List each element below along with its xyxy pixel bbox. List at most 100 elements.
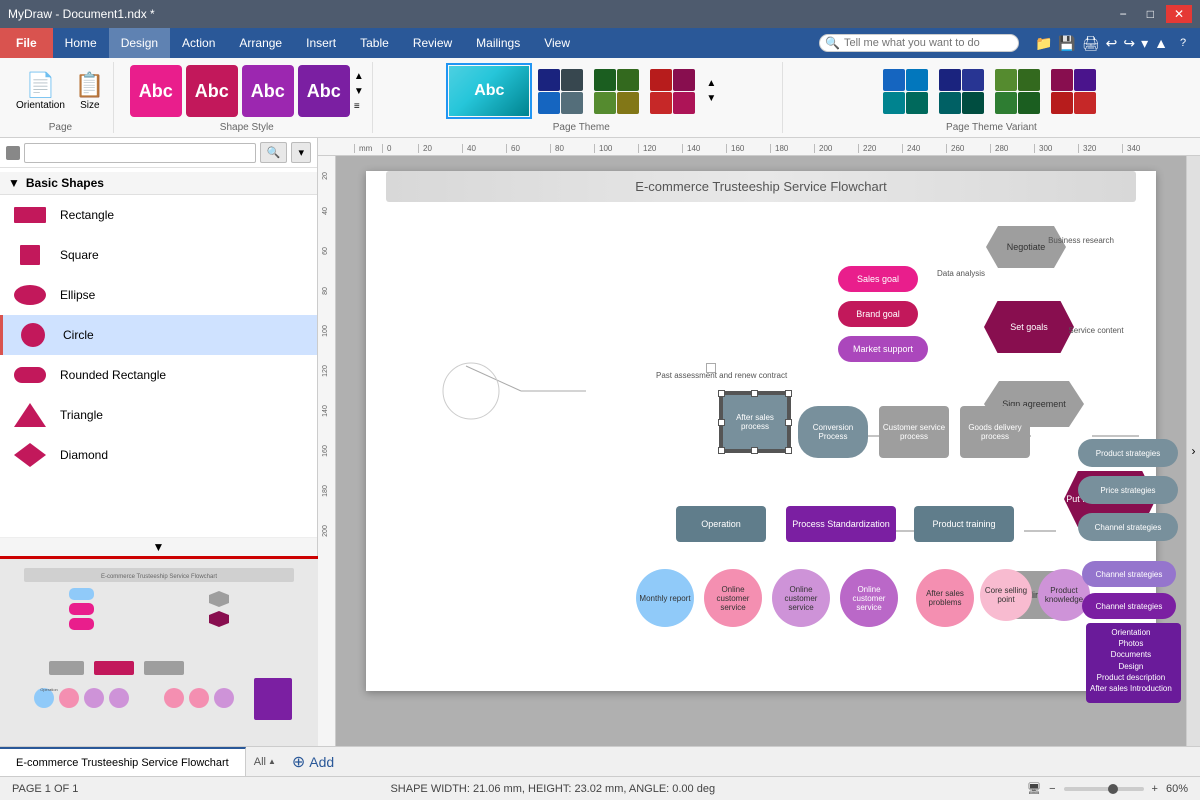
menu-table[interactable]: Table: [348, 28, 401, 58]
shape-channel-strategies-3[interactable]: Channel strategies: [1082, 593, 1176, 619]
style-btn-2[interactable]: Abc: [186, 65, 238, 117]
shape-price-strategies[interactable]: Price strategies: [1078, 476, 1178, 504]
shape-channel-strategies-1[interactable]: Channel strategies: [1078, 513, 1178, 541]
zoom-in-btn[interactable]: +: [1152, 783, 1158, 795]
collapse-ribbon-icon[interactable]: ▲: [1154, 35, 1168, 51]
save-icon[interactable]: 💾: [1058, 35, 1075, 52]
zoom-out-btn[interactable]: −: [1049, 783, 1055, 795]
basic-shapes-header[interactable]: ▼ Basic Shapes: [0, 172, 317, 195]
variant-4[interactable]: [1049, 67, 1101, 115]
zoom-thumb[interactable]: [1108, 784, 1118, 794]
shape-monthly-report[interactable]: Monthly report: [636, 569, 694, 627]
shape-online-cs-3[interactable]: Online customer service: [840, 569, 898, 627]
style-btn-1[interactable]: Abc: [130, 65, 182, 117]
handle-br[interactable]: [785, 447, 792, 454]
variant-1[interactable]: [881, 67, 933, 115]
shape-item-triangle[interactable]: Triangle: [0, 395, 317, 435]
style-scroll-down[interactable]: ▼: [354, 86, 364, 97]
handle-bl[interactable]: [718, 447, 725, 454]
size-btn[interactable]: 📋 Size: [75, 71, 105, 111]
menu-view[interactable]: View: [532, 28, 582, 58]
redo-icon[interactable]: ↪: [1123, 35, 1135, 52]
print-icon[interactable]: 🖨: [1082, 35, 1100, 52]
file-menu[interactable]: File: [0, 28, 53, 58]
maximize-btn[interactable]: □: [1139, 5, 1162, 23]
shape-process-std[interactable]: Process Standardization: [786, 506, 896, 542]
handle-mr[interactable]: [785, 419, 792, 426]
help-icon[interactable]: ?: [1174, 34, 1192, 52]
shape-goods-delivery[interactable]: Goods delivery process: [960, 406, 1030, 458]
shape-product-training[interactable]: Product training: [914, 506, 1014, 542]
menu-insert[interactable]: Insert: [294, 28, 348, 58]
close-btn[interactable]: ✕: [1166, 5, 1192, 23]
shape-item-rectangle[interactable]: Rectangle: [0, 195, 317, 235]
shape-item-rounded-rect[interactable]: Rounded Rectangle: [0, 355, 317, 395]
shape-set-goals[interactable]: Set goals: [984, 301, 1074, 353]
shape-conversion[interactable]: Conversion Process: [798, 406, 868, 458]
orientation-btn[interactable]: 📄 Orientation: [16, 71, 65, 111]
menu-arrange[interactable]: Arrange: [227, 28, 294, 58]
handle-ml[interactable]: [718, 419, 725, 426]
menu-action[interactable]: Action: [170, 28, 227, 58]
zoom-level: 60%: [1166, 783, 1188, 795]
folder-icon[interactable]: 📁: [1035, 35, 1052, 52]
shape-operation[interactable]: Operation: [676, 506, 766, 542]
shape-core-selling[interactable]: Core selling point: [980, 569, 1032, 621]
handle-tr[interactable]: [785, 390, 792, 397]
shape-item-ellipse[interactable]: Ellipse: [0, 275, 317, 315]
theme-1[interactable]: [536, 67, 588, 115]
handle-tm[interactable]: [751, 390, 758, 397]
shape-item-square[interactable]: Square: [0, 235, 317, 275]
page-section-label: Page: [49, 120, 72, 133]
handle-bm[interactable]: [751, 447, 758, 454]
shape-circle-label: Circle: [63, 328, 94, 342]
shape-search-extra[interactable]: ▾: [291, 142, 311, 163]
theme-2[interactable]: [592, 67, 644, 115]
shape-online-cs-2[interactable]: Online customer service: [772, 569, 830, 627]
variant-2[interactable]: [937, 67, 989, 115]
shape-item-diamond[interactable]: Diamond: [0, 435, 317, 475]
active-tab[interactable]: E-commerce Trusteeship Service Flowchart: [0, 747, 246, 776]
theme-3[interactable]: [648, 67, 700, 115]
menu-design[interactable]: Design: [109, 28, 170, 58]
shape-sales-goal[interactable]: Sales goal: [838, 266, 918, 292]
shape-product-strategies[interactable]: Product strategies: [1078, 439, 1178, 467]
style-btn-4[interactable]: Abc: [298, 65, 350, 117]
shape-search-input[interactable]: [24, 143, 256, 163]
tab-all-btn[interactable]: All ▲: [246, 747, 284, 776]
undo-icon[interactable]: ↩: [1106, 35, 1118, 52]
handle-tl[interactable]: [718, 390, 725, 397]
shape-search-button[interactable]: 🔍: [260, 142, 288, 163]
shape-item-circle[interactable]: Circle: [0, 315, 317, 355]
shape-customer-service-process[interactable]: Customer service process: [879, 406, 949, 458]
more-icon[interactable]: ▾: [1141, 35, 1148, 52]
menu-mailings[interactable]: Mailings: [464, 28, 532, 58]
menu-review[interactable]: Review: [401, 28, 464, 58]
menu-home[interactable]: Home: [53, 28, 109, 58]
style-scroll-up[interactable]: ▲: [354, 71, 364, 82]
shape-market-support[interactable]: Market support: [838, 336, 928, 362]
tab-add-btn[interactable]: ⊕ Add: [284, 747, 342, 776]
shape-info-box[interactable]: Orientation Photos Documents Design Prod…: [1086, 623, 1181, 703]
theme-scroll-up[interactable]: ▲: [706, 78, 716, 89]
shapes-scroll-btn[interactable]: ▼: [0, 537, 317, 556]
collapse-panel-btn[interactable]: ›: [1186, 156, 1200, 746]
theme-scroll-down[interactable]: ▼: [706, 93, 716, 104]
search-input[interactable]: [819, 34, 1019, 52]
minimize-btn[interactable]: −: [1112, 5, 1135, 23]
shape-negotiate[interactable]: Negotiate: [986, 226, 1066, 268]
shape-after-sales[interactable]: After sales process: [721, 393, 789, 451]
zoom-slider[interactable]: [1064, 787, 1144, 791]
window-controls[interactable]: − □ ✕: [1112, 5, 1192, 23]
variant-3[interactable]: [993, 67, 1045, 115]
shape-after-sales-problems[interactable]: After sales problems: [916, 569, 974, 627]
group-label: Basic Shapes: [26, 176, 104, 190]
style-btn-3[interactable]: Abc: [242, 65, 294, 117]
shape-online-cs-1[interactable]: Online customer service: [704, 569, 762, 627]
shape-brand-goal[interactable]: Brand goal: [838, 301, 918, 327]
style-more[interactable]: ≡: [354, 101, 364, 112]
canvas-inner[interactable]: E-commerce Trusteeship Service Flowchart: [336, 156, 1186, 746]
theme-active[interactable]: Abc: [446, 63, 532, 119]
svg-text:120: 120: [322, 365, 329, 377]
shape-channel-strategies-2[interactable]: Channel strategies: [1082, 561, 1176, 587]
